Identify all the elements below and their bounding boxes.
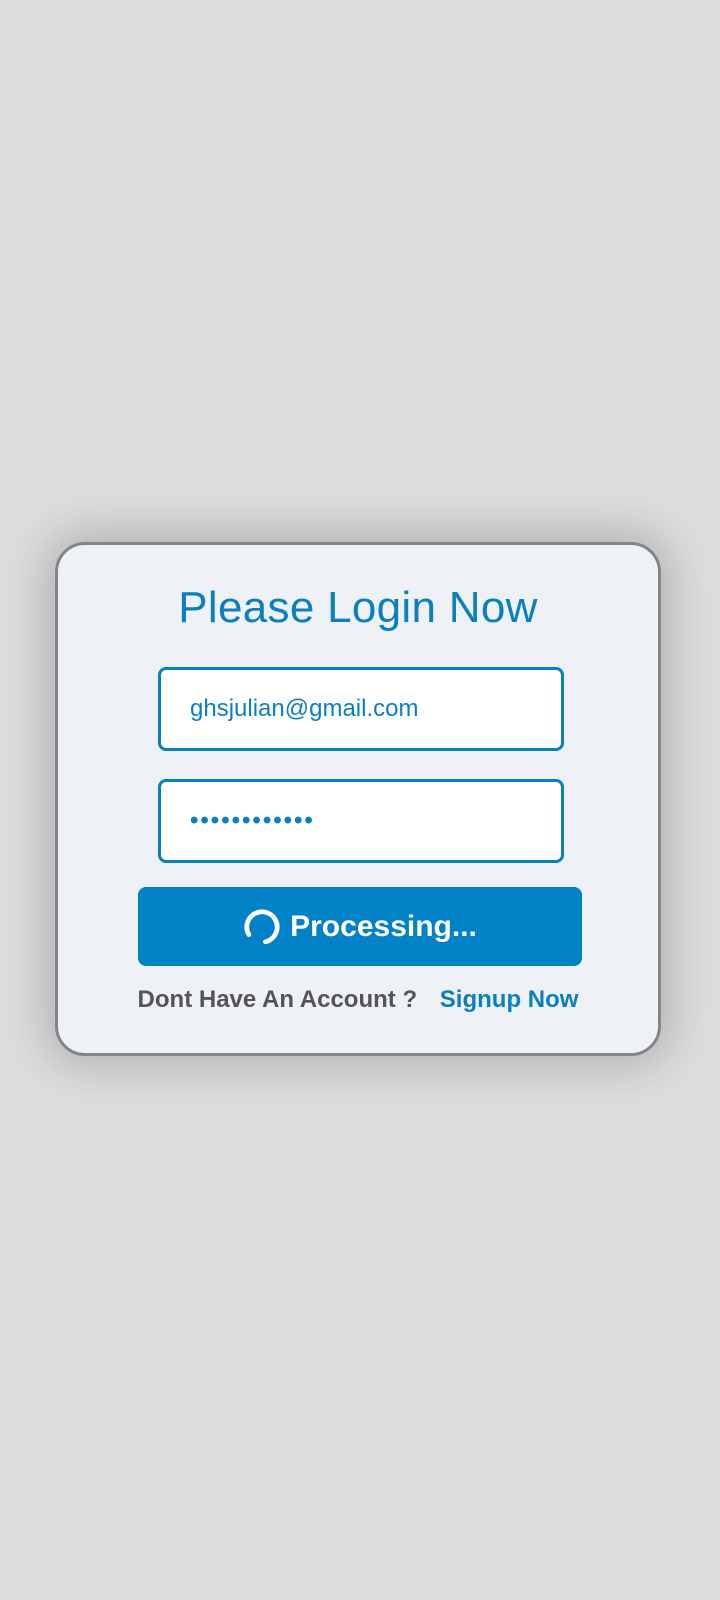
login-card: Please Login Now ghsjulian@gmail.com •••…	[55, 542, 661, 1056]
signup-link[interactable]: Signup Now	[440, 986, 579, 1013]
email-field[interactable]: ghsjulian@gmail.com	[158, 667, 564, 751]
password-value: ••••••••••••	[190, 807, 315, 834]
login-button-label: Processing...	[290, 909, 477, 943]
login-button[interactable]: Processing...	[138, 887, 582, 966]
signup-prompt: Dont Have An Account ?	[137, 986, 418, 1013]
password-field[interactable]: ••••••••••••	[158, 779, 564, 863]
page-title: Please Login Now	[178, 583, 538, 632]
signup-row: Dont Have An Account ? Signup Now	[58, 986, 658, 1014]
login-screen: Please Login Now ghsjulian@gmail.com •••…	[0, 0, 720, 1600]
spinner-icon	[244, 908, 280, 945]
email-value: ghsjulian@gmail.com	[190, 695, 419, 722]
